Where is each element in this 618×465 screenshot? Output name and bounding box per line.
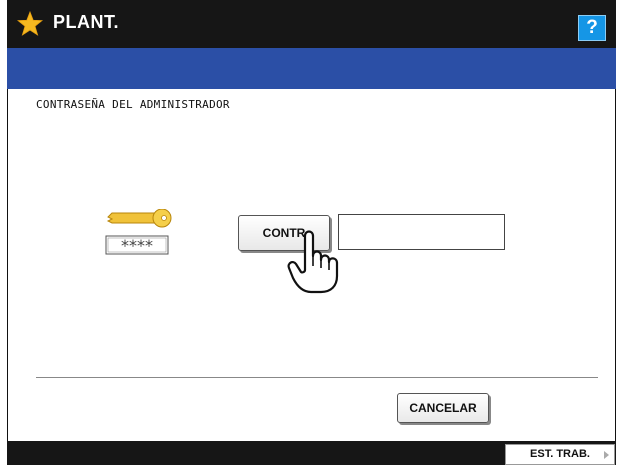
job-status-button[interactable]: EST. TRAB.	[505, 444, 615, 465]
arrow-right-icon	[604, 451, 609, 459]
password-field[interactable]	[338, 214, 505, 250]
title-bar: PLANT.	[7, 0, 616, 48]
blue-band	[7, 48, 616, 89]
job-status-label: EST. TRAB.	[530, 448, 590, 460]
key-icon: ****	[105, 209, 172, 255]
star-icon	[17, 11, 43, 36]
cancel-button[interactable]: CANCELAR	[397, 393, 489, 423]
help-button[interactable]: ?	[578, 15, 606, 41]
page-title: PLANT.	[53, 12, 119, 32]
hand-pointer-icon	[287, 230, 339, 294]
divider	[36, 377, 598, 378]
panel-title: CONTRASEÑA DEL ADMINISTRADOR	[36, 98, 230, 111]
password-mask: ****	[121, 236, 153, 255]
